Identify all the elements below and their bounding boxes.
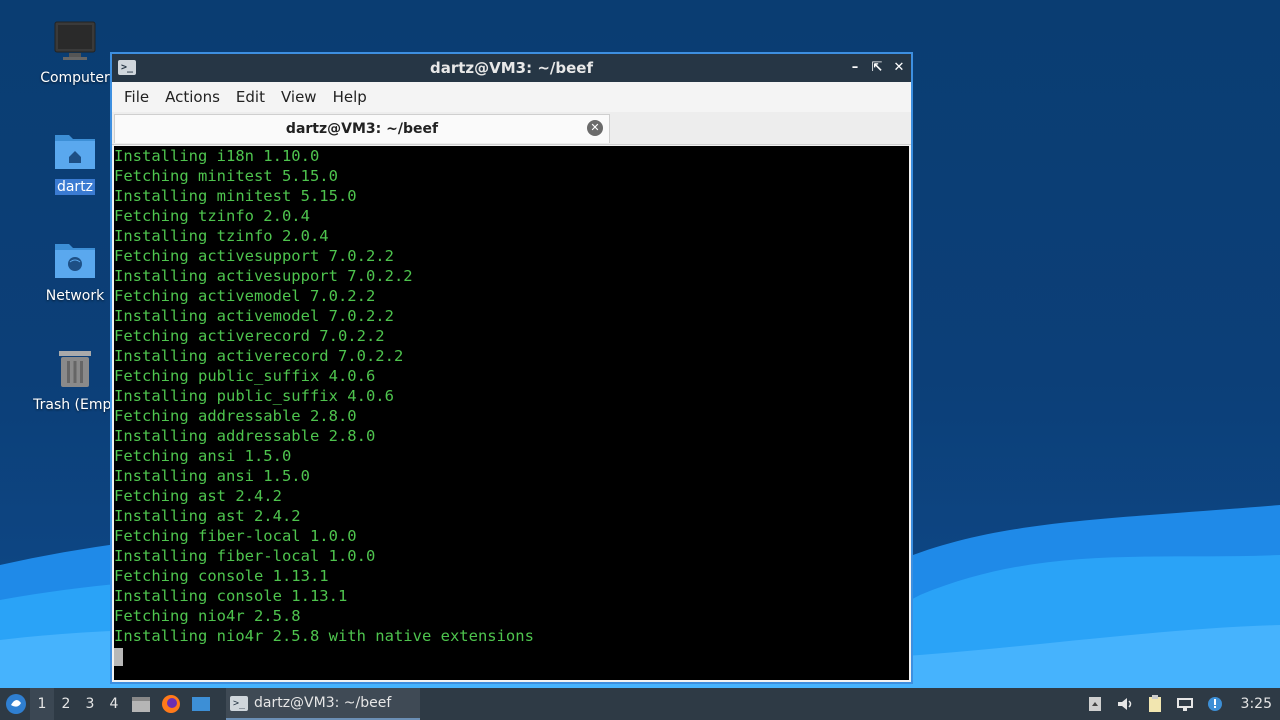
terminal-line: Fetching nio4r 2.5.8: [114, 607, 301, 625]
taskbar: 1 2 3 4 >_ dartz@VM3: ~/beef 3:25: [0, 688, 1280, 720]
menu-edit[interactable]: Edit: [228, 88, 273, 106]
clipboard-icon[interactable]: [1145, 694, 1165, 714]
volume-icon[interactable]: [1115, 694, 1135, 714]
lubuntu-logo-icon: [6, 694, 26, 714]
workspace-4[interactable]: 4: [102, 688, 126, 720]
minimize-button[interactable]: –: [847, 60, 863, 76]
workspace-3[interactable]: 3: [78, 688, 102, 720]
desktop-icon-label: Trash (Empt: [33, 397, 117, 413]
network-folder-icon: [51, 236, 99, 284]
monitor-icon: [51, 18, 99, 66]
terminal-line: Installing fiber-local 1.0.0: [114, 547, 376, 565]
desktop-icon-label: Network: [45, 288, 105, 304]
terminal-line: Installing activerecord 7.0.2.2: [114, 347, 404, 365]
terminal-line: Fetching ansi 1.5.0: [114, 447, 292, 465]
terminal-line: Installing minitest 5.15.0: [114, 187, 357, 205]
terminal-line: Fetching public_suffix 4.0.6: [114, 367, 376, 385]
update-notifier-icon[interactable]: [1205, 694, 1225, 714]
terminal-line: Fetching tzinfo 2.0.4: [114, 207, 310, 225]
terminal-line: Installing ansi 1.5.0: [114, 467, 310, 485]
close-button[interactable]: ✕: [891, 60, 907, 76]
system-tray: 3:25: [1085, 688, 1280, 720]
show-desktop-button[interactable]: [189, 692, 213, 716]
terminal-line: Fetching ast 2.4.2: [114, 487, 282, 505]
terminal-line: Fetching addressable 2.8.0: [114, 407, 357, 425]
tab-label: dartz@VM3: ~/beef: [285, 121, 439, 137]
menu-file[interactable]: File: [116, 88, 157, 106]
terminal-window: >_ dartz@VM3: ~/beef – ⇱ ✕ File Actions …: [110, 52, 913, 684]
clock[interactable]: 3:25: [1241, 696, 1272, 712]
terminal-line: Fetching fiber-local 1.0.0: [114, 527, 357, 545]
maximize-button[interactable]: ⇱: [869, 60, 885, 76]
home-folder-icon: [51, 127, 99, 175]
terminal-line: Installing addressable 2.8.0: [114, 427, 376, 445]
workspace-1[interactable]: 1: [30, 688, 54, 720]
desktop-icon-label: dartz: [54, 179, 96, 195]
terminal-line: Fetching console 1.13.1: [114, 567, 329, 585]
terminal-cursor: [114, 647, 123, 666]
terminal-line: Fetching activemodel 7.0.2.2: [114, 287, 376, 305]
window-title: dartz@VM3: ~/beef: [429, 59, 593, 77]
terminal-line: Installing public_suffix 4.0.6: [114, 387, 394, 405]
trash-icon: [51, 345, 99, 393]
tab-bar: dartz@VM3: ~/beef ✕: [112, 112, 911, 145]
menu-actions[interactable]: Actions: [157, 88, 228, 106]
menu-bar: File Actions Edit View Help: [112, 82, 911, 112]
terminal-tab[interactable]: dartz@VM3: ~/beef ✕: [114, 114, 610, 143]
firefox-icon: [162, 695, 180, 713]
task-label: dartz@VM3: ~/beef: [254, 695, 392, 711]
desktop-icon-label: Computer: [40, 70, 110, 86]
terminal-line: Installing ast 2.4.2: [114, 507, 301, 525]
window-titlebar[interactable]: >_ dartz@VM3: ~/beef – ⇱ ✕: [112, 54, 911, 82]
terminal-icon: >_: [230, 695, 248, 711]
terminal-output[interactable]: Installing i18n 1.10.0 Fetching minitest …: [114, 146, 909, 680]
menu-help[interactable]: Help: [325, 88, 375, 106]
terminal-line: Installing tzinfo 2.0.4: [114, 227, 329, 245]
desktop-icon: [192, 697, 210, 711]
menu-view[interactable]: View: [273, 88, 325, 106]
terminal-line: Installing nio4r 2.5.8 with native exten…: [114, 627, 534, 645]
terminal-line: Installing activemodel 7.0.2.2: [114, 307, 394, 325]
firefox-launcher[interactable]: [159, 692, 183, 716]
file-manager-icon: [132, 697, 150, 712]
terminal-line: Installing activesupport 7.0.2.2: [114, 267, 413, 285]
start-menu-button[interactable]: [2, 690, 30, 718]
terminal-line: Installing i18n 1.10.0: [114, 147, 320, 165]
workspace-2[interactable]: 2: [54, 688, 78, 720]
tray-expand-icon[interactable]: [1085, 694, 1105, 714]
network-icon[interactable]: [1175, 694, 1195, 714]
terminal-icon: >_: [118, 60, 136, 75]
taskbar-task-terminal[interactable]: >_ dartz@VM3: ~/beef: [226, 688, 420, 720]
file-manager-launcher[interactable]: [129, 692, 153, 716]
terminal-cursor-line: [114, 646, 909, 666]
tab-close-icon[interactable]: ✕: [587, 120, 603, 136]
terminal-line: Fetching minitest 5.15.0: [114, 167, 338, 185]
terminal-line: Fetching activesupport 7.0.2.2: [114, 247, 394, 265]
terminal-line: Installing console 1.13.1: [114, 587, 348, 605]
terminal-line: Fetching activerecord 7.0.2.2: [114, 327, 385, 345]
